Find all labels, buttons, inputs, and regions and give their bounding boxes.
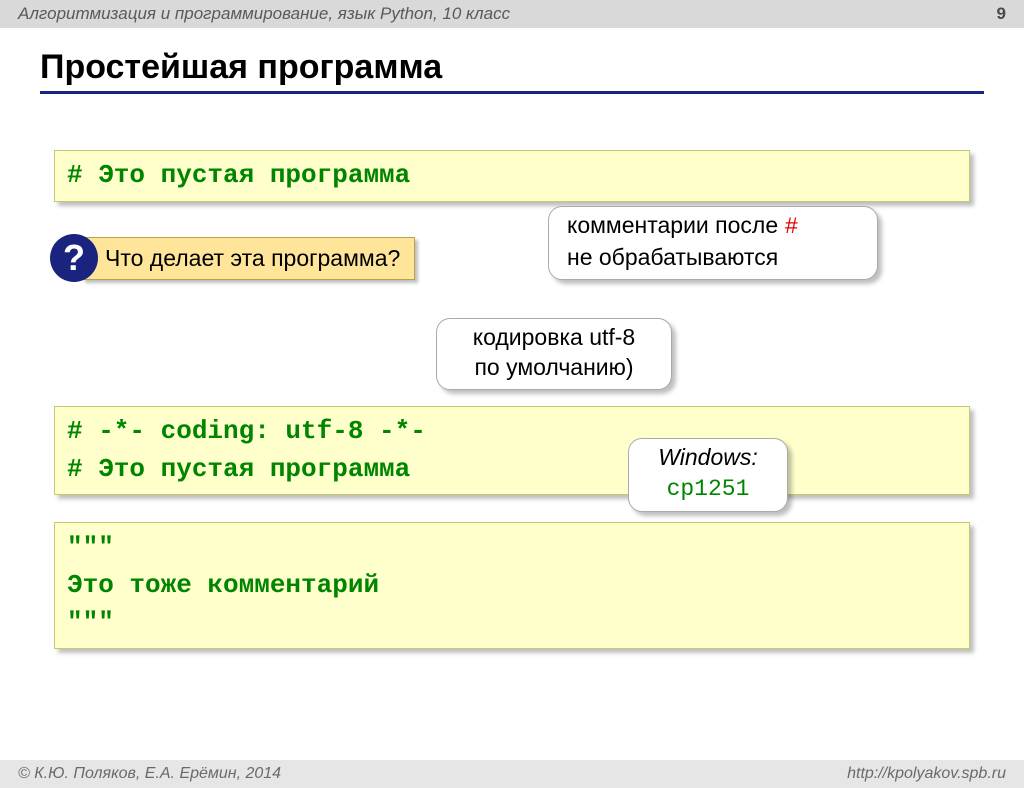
slide-title: Простейшая программа — [40, 48, 984, 94]
callout-utf-l2: по умолчанию) — [474, 354, 633, 380]
footer-bar: © К.Ю. Поляков, Е.А. Ерёмин, 2014 http:/… — [0, 760, 1024, 788]
callout-hash-comments: комментарии после # не обрабатываются — [548, 206, 878, 280]
code3-line2: Это тоже комментарий — [67, 570, 379, 600]
code3-line3: """ — [67, 607, 114, 637]
callout-win-l1: Windows: — [658, 444, 758, 470]
code1-line1: # Это пустая программа — [67, 160, 410, 190]
slide-body: Простейшая программа # Это пустая програ… — [0, 48, 1024, 760]
page-number: 9 — [997, 4, 1006, 24]
callout-utf8: кодировка utf-8 по умолчанию) — [436, 318, 672, 390]
callout-win-l2: cp1251 — [667, 476, 750, 502]
callout-windows: Windows: cp1251 — [628, 438, 788, 512]
course-title: Алгоритмизация и программирование, язык … — [18, 4, 510, 24]
question-row: ? Что делает эта программа? — [50, 234, 415, 282]
callout-hash-l2: не обрабатываются — [567, 244, 778, 270]
code-box-3: """ Это тоже комментарий """ — [54, 522, 970, 649]
callout-hash-l1a: комментарии после — [567, 212, 785, 238]
code2-line2: # Это пустая программа — [67, 454, 410, 484]
header-bar: Алгоритмизация и программирование, язык … — [0, 0, 1024, 28]
code-box-1: # Это пустая программа — [54, 150, 970, 202]
code-box-2: # -*- coding: utf-8 -*- # Это пустая про… — [54, 406, 970, 495]
callout-utf-l1: кодировка utf-8 — [473, 324, 635, 350]
question-mark-icon: ? — [50, 234, 98, 282]
code2-line1: # -*- coding: utf-8 -*- — [67, 416, 426, 446]
code3-line1: """ — [67, 532, 114, 562]
question-text-box: Что делает эта программа? — [82, 237, 415, 280]
hash-symbol: # — [785, 214, 799, 240]
